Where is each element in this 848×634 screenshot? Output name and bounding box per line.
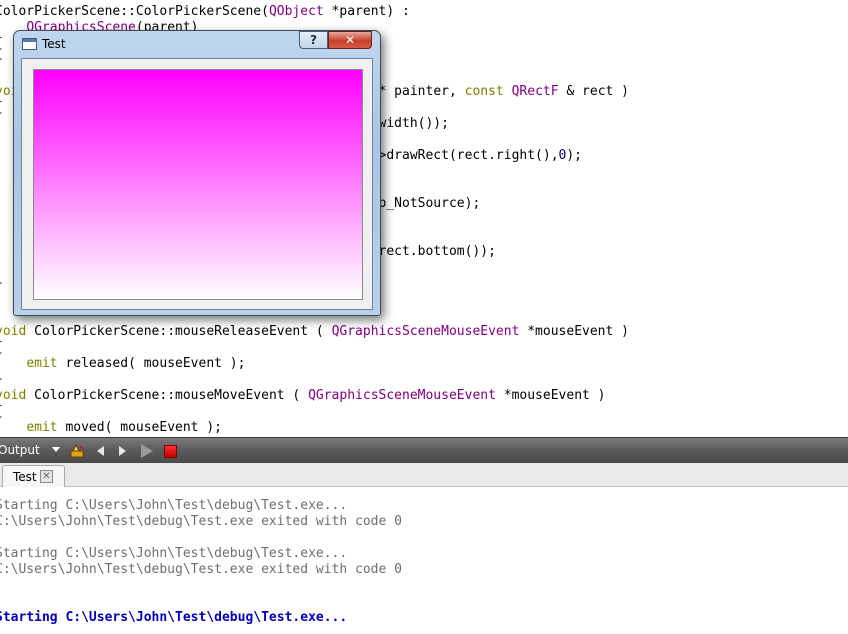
log-line: Starting C:\Users\John\Test\debug\Test.e… xyxy=(0,498,348,513)
code-token: moved( mouseEvent ); xyxy=(57,420,222,435)
output-pane-title[interactable]: Output xyxy=(0,443,40,457)
code-line: { xyxy=(0,340,3,356)
close-button[interactable]: ✕ xyxy=(328,31,372,49)
code-line: } xyxy=(0,276,3,292)
code-token: { xyxy=(0,404,3,419)
code-token: & rect ) xyxy=(558,84,630,99)
output-pane-toolbar: Output xyxy=(0,437,848,463)
window-icon xyxy=(22,38,37,50)
code-line: ColorPickerScene::ColorPickerScene(QObje… xyxy=(0,4,410,20)
code-token: *mouseEvent ) xyxy=(519,324,629,339)
code-line: void ColorPickerScene::mouseMoveEvent ( … xyxy=(0,388,606,404)
gradient-rect[interactable] xyxy=(34,70,362,299)
code-token: released( mouseEvent ); xyxy=(57,356,246,371)
code-line: } xyxy=(0,52,3,68)
code-token: ColorPickerScene::mouseMoveEvent ( xyxy=(26,388,309,403)
test-dialog: Test ? ✕ xyxy=(13,30,381,316)
clean-icon[interactable] xyxy=(68,442,86,460)
dialog-title: Test xyxy=(42,37,66,51)
code-token: ColorPickerScene::mouseReleaseEvent ( xyxy=(26,324,332,339)
code-token: *mouseEvent ) xyxy=(495,388,606,403)
log-line: C:\Users\John\Test\debug\Test.exe exited… xyxy=(0,514,402,529)
code-token: QGraphicsSceneMouseEvent xyxy=(308,388,496,403)
code-token: { xyxy=(0,36,3,51)
code-token: } xyxy=(0,372,3,387)
code-line: } xyxy=(0,372,3,388)
code-token: const xyxy=(464,84,504,99)
code-line: void ColorPickerScene::mouseReleaseEvent… xyxy=(0,324,629,340)
code-line: { xyxy=(0,100,3,116)
code-token: { xyxy=(0,340,3,355)
code-token: void xyxy=(0,388,27,403)
help-button[interactable]: ? xyxy=(299,31,328,49)
run-icon[interactable] xyxy=(138,442,156,460)
output-tab-bar: Test ✕ xyxy=(0,463,848,487)
previous-icon[interactable] xyxy=(91,442,109,460)
code-token: *parent) : xyxy=(323,4,410,19)
log-line: Starting C:\Users\John\Test\debug\Test.e… xyxy=(0,546,348,561)
log-line: C:\Users\John\Test\debug\Test.exe exited… xyxy=(0,562,402,577)
stop-icon[interactable] xyxy=(161,442,179,460)
chevron-down-icon[interactable] xyxy=(52,447,60,452)
next-icon[interactable] xyxy=(113,442,131,460)
close-icon[interactable]: ✕ xyxy=(40,470,53,483)
log-line: Starting C:\Users\John\Test\debug\Test.e… xyxy=(0,610,348,625)
code-token: emit xyxy=(26,356,58,371)
code-token: ); xyxy=(566,148,583,163)
tab-test[interactable]: Test ✕ xyxy=(2,465,65,487)
code-token: QRectF xyxy=(511,84,559,99)
code-token: QGraphicsSceneMouseEvent xyxy=(331,324,520,339)
graphics-view[interactable] xyxy=(33,69,363,300)
code-token: void xyxy=(0,324,27,339)
code-token: { xyxy=(0,100,3,115)
color-picker-canvas[interactable] xyxy=(34,70,362,299)
output-log[interactable]: Starting C:\Users\John\Test\debug\Test.e… xyxy=(0,488,848,634)
code-token: } xyxy=(0,52,3,67)
code-token: QObject xyxy=(268,4,324,19)
code-token: ColorPickerScene::ColorPickerScene( xyxy=(0,4,269,19)
dialog-client-area xyxy=(21,58,373,310)
code-line: { xyxy=(0,404,3,420)
code-line: { xyxy=(0,36,3,52)
code-token: * painter, xyxy=(370,84,465,99)
code-line: emit moved( mouseEvent ); xyxy=(0,420,222,436)
code-line: emit released( mouseEvent ); xyxy=(0,356,245,372)
code-token: } xyxy=(0,276,3,291)
tab-test-label: Test xyxy=(13,470,37,484)
code-token: emit xyxy=(26,420,58,435)
